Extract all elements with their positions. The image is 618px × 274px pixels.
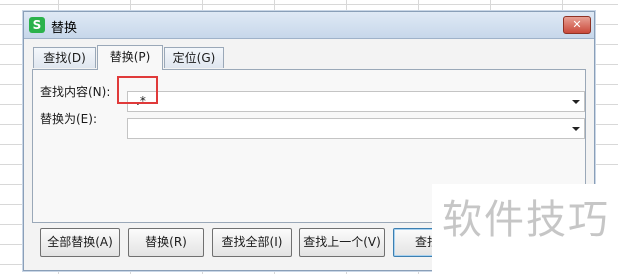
dropdown-arrow-icon[interactable] xyxy=(572,127,580,131)
replace-with-label: 替换为(E): xyxy=(40,112,97,126)
find-all-button[interactable]: 查找全部(I) xyxy=(212,228,292,257)
dropdown-arrow-icon[interactable] xyxy=(572,100,580,104)
tab-replace[interactable]: 替换(P) xyxy=(97,45,163,70)
replace-button[interactable]: 替换(R) xyxy=(128,228,204,257)
annotation-highlight-box xyxy=(117,76,158,104)
tab-find[interactable]: 查找(D) xyxy=(33,47,96,68)
find-content-input[interactable]: .* xyxy=(127,91,585,112)
replace-with-input[interactable] xyxy=(127,118,585,139)
watermark-text: 软件技巧 xyxy=(442,197,610,243)
wps-app-icon: S xyxy=(29,17,45,33)
find-content-label: 查找内容(N): xyxy=(40,85,111,99)
find-previous-button[interactable]: 查找上一个(V) xyxy=(299,228,385,257)
tab-goto[interactable]: 定位(G) xyxy=(164,47,224,68)
title-bar[interactable]: S 替换 ✕ xyxy=(24,12,594,39)
close-button[interactable]: ✕ xyxy=(563,16,591,34)
replace-all-button[interactable]: 全部替换(A) xyxy=(40,228,120,257)
dialog-title: 替换 xyxy=(51,21,78,36)
